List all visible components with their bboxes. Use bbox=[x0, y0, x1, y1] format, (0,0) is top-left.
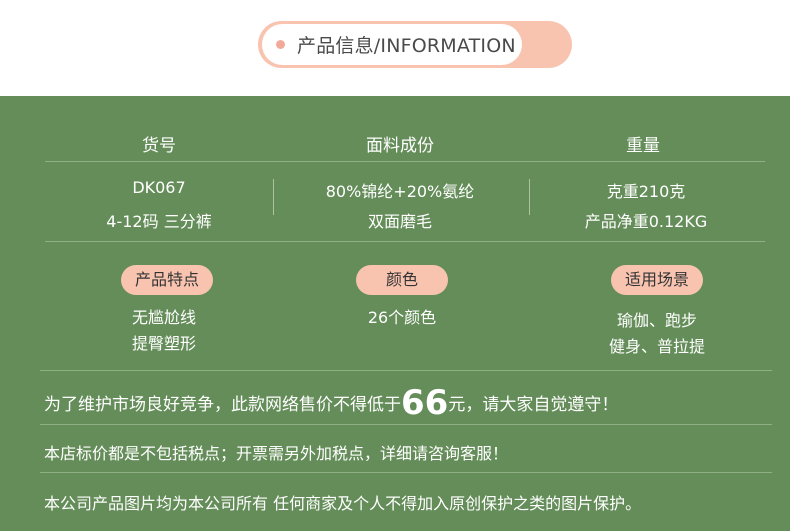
spec-table-bottom-divider bbox=[45, 241, 765, 242]
spec-header-fabric: 面料成份 bbox=[366, 136, 434, 156]
spec-weight-value: 克重210克 bbox=[606, 182, 686, 201]
spec-sku-value: DK067 bbox=[132, 178, 186, 197]
tax-notice: 本店标价都是不包括税点；开票需另外加税点，详细请咨询客服！ bbox=[44, 444, 509, 463]
spec-column-divider bbox=[529, 179, 530, 215]
features-divider bbox=[40, 370, 772, 371]
price-notice: 为了维护市场良好竞争，此款网络售价不得低于66元，请大家自觉遵守！ bbox=[44, 383, 618, 423]
price-value: 66 bbox=[401, 383, 449, 423]
badge-scenario: 适用场景 bbox=[611, 265, 703, 295]
notice-divider bbox=[40, 472, 772, 473]
spec-fabric-value: 80%锦纶+20%氨纶 bbox=[325, 182, 475, 201]
section-title: 产品信息/INFORMATION bbox=[297, 35, 516, 57]
price-notice-text: 为了维护市场良好竞争，此款网络售价不得低于 bbox=[44, 395, 401, 415]
scenario-line: 健身、普拉提 bbox=[608, 337, 705, 356]
spec-header-divider bbox=[45, 161, 765, 162]
price-notice-text: 元，请大家自觉遵守！ bbox=[448, 395, 619, 415]
badge-features: 产品特点 bbox=[121, 265, 213, 295]
feature-line: 无尴尬线 bbox=[131, 308, 196, 327]
notice-divider bbox=[40, 424, 772, 425]
spec-column-divider bbox=[273, 179, 274, 215]
badge-color: 颜色 bbox=[356, 265, 448, 295]
spec-fabric-detail: 双面磨毛 bbox=[367, 212, 432, 231]
scenario-line: 瑜伽、跑步 bbox=[616, 311, 697, 330]
bullet-dot-icon bbox=[276, 40, 285, 49]
spec-weight-detail: 产品净重0.12KG bbox=[584, 212, 708, 231]
color-count: 26个颜色 bbox=[367, 308, 437, 327]
feature-line: 提臀塑形 bbox=[131, 334, 196, 353]
copyright-notice: 本公司产品图片均为本公司所有 任何商家及个人不得加入原创保护之类的图片保护。 bbox=[44, 494, 642, 513]
spec-header-sku: 货号 bbox=[142, 136, 176, 156]
spec-sku-detail: 4-12码 三分裤 bbox=[106, 212, 212, 231]
spec-header-weight: 重量 bbox=[626, 136, 660, 156]
